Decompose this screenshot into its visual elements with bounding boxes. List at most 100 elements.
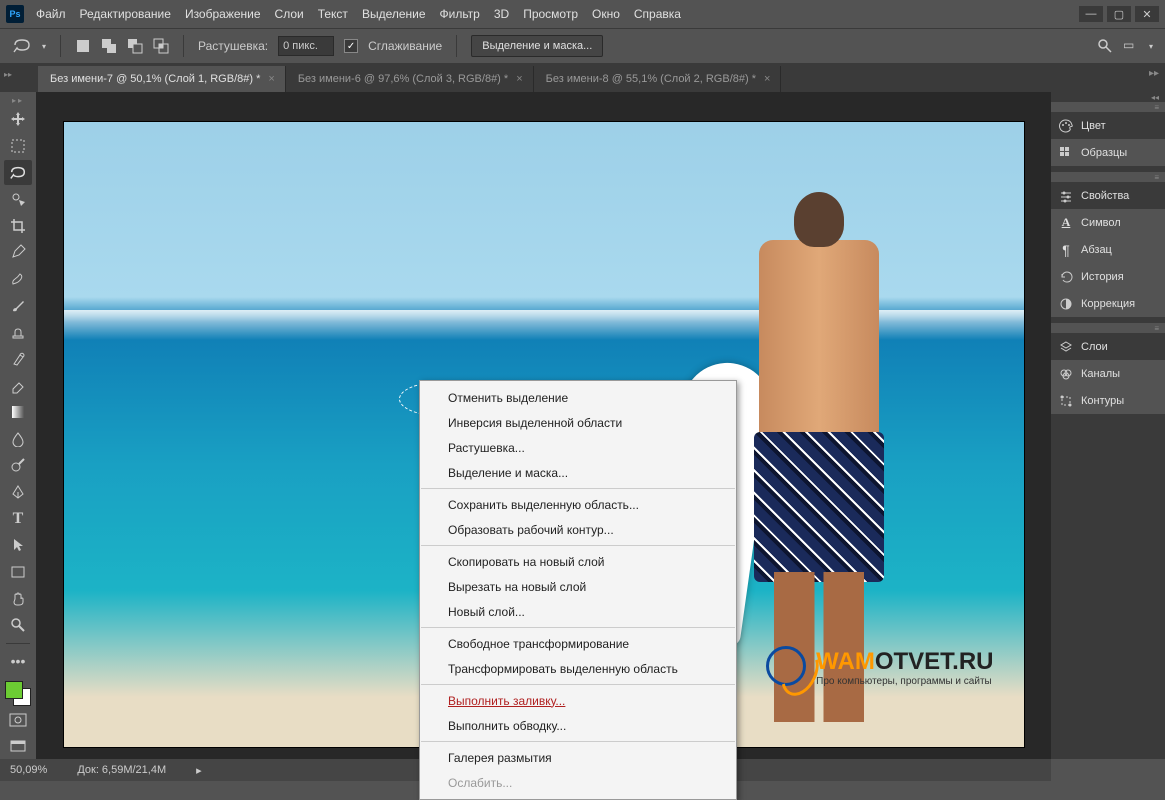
antialias-checkbox[interactable]: ✓ [344,39,358,53]
antialias-label: Сглаживание [368,39,442,53]
dodge-tool[interactable] [4,453,32,478]
selection-new-icon[interactable] [75,38,91,54]
panel-tab-свойства[interactable]: Свойства [1051,182,1165,209]
menu-слои[interactable]: Слои [275,7,304,21]
panel-tab-коррекция[interactable]: Коррекция [1051,290,1165,317]
grid-icon [1059,146,1073,160]
menu-справка[interactable]: Справка [634,7,681,21]
menu-файл[interactable]: Файл [36,7,66,21]
menu-редактирование[interactable]: Редактирование [80,7,171,21]
workspace-icon[interactable]: ▭ [1123,38,1139,54]
brush-tool[interactable] [4,293,32,318]
crop-tool[interactable] [4,214,32,239]
status-arrow-icon[interactable]: ▸ [196,764,202,777]
marquee-tool[interactable] [4,134,32,159]
context-menu-item[interactable]: Выделение и маска... [420,460,736,485]
context-menu-item[interactable]: Образовать рабочий контур... [420,517,736,542]
context-menu-item[interactable]: Выполнить заливку... [420,688,736,713]
screen-mode-button[interactable] [4,734,32,759]
maximize-button[interactable]: ▢ [1107,6,1131,22]
path-select-tool[interactable] [4,533,32,558]
eraser-tool[interactable] [4,373,32,398]
image-subject [734,192,904,712]
context-menu-item[interactable]: Новый слой... [420,599,736,624]
minimize-button[interactable]: — [1079,6,1103,22]
pen-tool[interactable] [4,480,32,505]
context-menu-item[interactable]: Растушевка... [420,435,736,460]
selection-add-icon[interactable] [101,38,117,54]
clone-stamp-tool[interactable] [4,320,32,345]
menu-separator [421,684,735,685]
zoom-level[interactable]: 50,09% [10,764,47,776]
collapse-panels-icon[interactable]: ▸▸ [1149,68,1159,79]
lasso-tool-icon[interactable] [12,36,32,56]
panel-tab-слои[interactable]: Слои [1051,333,1165,360]
panel-menu-icon[interactable]: ≡ [1051,102,1165,112]
panel-menu-icon[interactable]: ≡ [1051,172,1165,182]
menu-окно[interactable]: Окно [592,7,620,21]
menu-3d[interactable]: 3D [494,7,509,21]
rectangle-tool[interactable] [4,560,32,585]
panel-tab-контуры[interactable]: Контуры [1051,387,1165,414]
foreground-color-swatch[interactable] [5,681,23,699]
feather-label: Растушевка: [198,39,268,53]
panel-menu-icon[interactable]: ≡ [1051,323,1165,333]
selection-subtract-icon[interactable] [127,38,143,54]
feather-input[interactable] [278,36,334,56]
type-tool[interactable]: T [4,506,32,531]
context-menu-item[interactable]: Отменить выделение [420,385,736,410]
menu-просмотр[interactable]: Просмотр [523,7,578,21]
context-menu-item[interactable]: Свободное трансформирование [420,631,736,656]
context-menu-item[interactable]: Скопировать на новый слой [420,549,736,574]
edit-toolbar[interactable]: ••• [4,648,32,673]
context-menu-item[interactable]: Трансформировать выделенную область [420,656,736,681]
gradient-tool[interactable] [4,400,32,425]
select-and-mask-button[interactable]: Выделение и маска... [471,35,603,57]
lasso-tool[interactable] [4,160,32,185]
doc-size: Док: 6,59M/21,4M [77,764,166,776]
document-tab[interactable]: Без имени-7 @ 50,1% (Слой 1, RGB/8#) *× [38,66,286,92]
tab-close-icon[interactable]: × [516,73,522,85]
hand-tool[interactable] [4,586,32,611]
healing-brush-tool[interactable] [4,267,32,292]
document-tab[interactable]: Без имени-8 @ 55,1% (Слой 2, RGB/8#) *× [534,66,782,92]
panel-tab-история[interactable]: История [1051,263,1165,290]
tab-close-icon[interactable]: × [764,73,770,85]
close-button[interactable]: ✕ [1135,6,1159,22]
zoom-tool[interactable] [4,613,32,638]
blur-tool[interactable] [4,427,32,452]
dropdown-arrow-icon[interactable]: ▾ [42,42,46,51]
move-tool[interactable] [4,107,32,132]
eyedropper-tool[interactable] [4,240,32,265]
panel-tab-каналы[interactable]: Каналы [1051,360,1165,387]
panel-label: Каналы [1081,368,1120,380]
menu-выделение[interactable]: Выделение [362,7,426,21]
history-brush-tool[interactable] [4,347,32,372]
panel-tab-образцы[interactable]: Образцы [1051,139,1165,166]
layers-icon [1059,340,1073,354]
document-tab[interactable]: Без имени-6 @ 97,6% (Слой 3, RGB/8#) *× [286,66,534,92]
panel-label: История [1081,271,1124,283]
context-menu-item[interactable]: Инверсия выделенной области [420,410,736,435]
menu-фильтр[interactable]: Фильтр [440,7,480,21]
context-menu-item[interactable]: Вырезать на новый слой [420,574,736,599]
search-icon[interactable] [1097,38,1113,54]
panel-tab-цвет[interactable]: Цвет [1051,112,1165,139]
quick-select-tool[interactable] [4,187,32,212]
context-menu-item[interactable]: Галерея размытия [420,745,736,770]
selection-intersect-icon[interactable] [153,38,169,54]
workspace-dropdown-icon[interactable]: ▾ [1149,42,1153,51]
color-swatches[interactable] [5,681,31,706]
context-menu-item[interactable]: Сохранить выделенную область... [420,492,736,517]
watermark: WAMOTVET.RU Про компьютеры, программы и … [816,648,993,687]
menu-изображение[interactable]: Изображение [185,7,261,21]
context-menu-item[interactable]: Выполнить обводку... [420,713,736,738]
tab-close-icon[interactable]: × [268,73,274,85]
panel-label: Символ [1081,217,1121,229]
menu-текст[interactable]: Текст [318,7,348,21]
panel-tab-абзац[interactable]: ¶Абзац [1051,236,1165,263]
expand-panels-icon[interactable]: ◂◂ [1051,92,1165,102]
quick-mask-button[interactable] [4,708,32,733]
panel-label: Свойства [1081,190,1129,202]
panel-tab-символ[interactable]: AСимвол [1051,209,1165,236]
